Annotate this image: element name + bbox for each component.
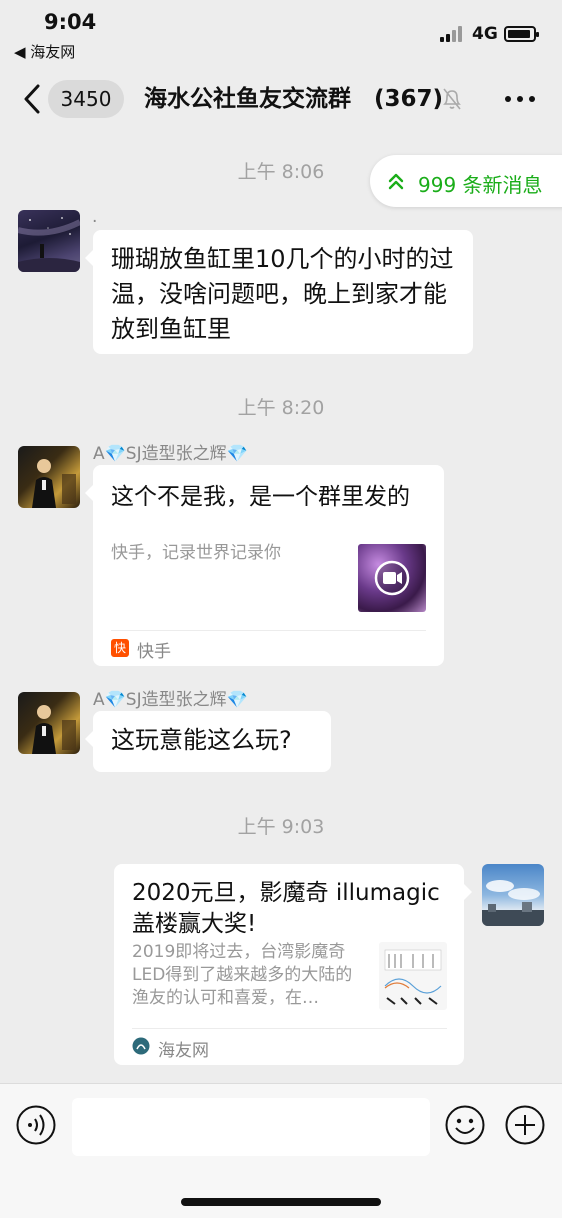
avatar-image — [32, 705, 76, 754]
network-type: 4G — [472, 24, 498, 44]
sender-name: A💎SJ造型张之辉💎 — [93, 444, 248, 464]
chat-header: 3450 海水公社鱼友交流群 (367) — [0, 68, 562, 130]
member-count: (367) — [374, 86, 444, 112]
status-time: 9:04 — [44, 10, 97, 34]
status-bar: 9:04 ◀ 海友网 4G — [0, 0, 562, 68]
back-chevron-icon — [24, 84, 40, 114]
card-description: 2019即将过去，台湾影魔奇LED得到了越来越多的大陆的渔友的认可和喜爱，在… — [132, 942, 353, 1008]
haiyou-logo-icon — [132, 1037, 150, 1055]
voice-icon[interactable] — [16, 1105, 56, 1145]
signal-icon — [440, 26, 466, 42]
avatar[interactable] — [18, 210, 80, 272]
emoji-icon[interactable] — [445, 1105, 485, 1145]
self-avatar[interactable] — [482, 864, 544, 926]
back-button[interactable] — [20, 82, 46, 116]
kuaishou-share-card[interactable]: 这个不是我，是一个群里发的 快手，记录世界记录你 快 快手 — [85, 465, 444, 666]
message-bubble[interactable]: 珊瑚放鱼缸里10几个的小时的过温，没啥问题吧，晚上到家才能放到鱼缸里 — [85, 230, 473, 354]
input-bar — [0, 1083, 562, 1218]
back-to-app-link[interactable]: ◀ 海友网 — [14, 41, 75, 62]
card-divider — [132, 1028, 447, 1029]
more-icon[interactable] — [502, 88, 538, 110]
message-input[interactable] — [72, 1098, 430, 1156]
article-thumbnail-image — [384, 949, 442, 1005]
avatar-image — [18, 217, 80, 272]
timestamp: 上午 8:06 — [237, 161, 325, 183]
card-title: 2020元旦，影魔奇 illumagic 盖楼赢大奖! — [132, 880, 440, 937]
sender-name: . — [92, 207, 98, 227]
video-thumbnail — [358, 544, 426, 612]
battery-icon — [504, 26, 539, 42]
timestamp: 上午 9:03 — [237, 816, 325, 838]
video-play-icon — [374, 560, 410, 596]
kuaishou-logo-icon: 快 — [111, 639, 129, 657]
sender-name: A💎SJ造型张之辉💎 — [93, 690, 248, 710]
card-title: 这个不是我，是一个群里发的 — [111, 484, 410, 510]
card-divider — [111, 630, 426, 631]
mute-bell-icon — [443, 88, 461, 110]
avatar-image — [32, 459, 76, 508]
article-thumbnail — [379, 942, 447, 1010]
card-description: 快手，记录世界记录你 — [111, 543, 281, 563]
unread-count-badge[interactable]: 3450 — [48, 80, 124, 118]
avatar-image — [482, 880, 544, 926]
card-source: 海友网 — [158, 1041, 209, 1061]
message-bubble[interactable]: 这玩意能这么玩? — [85, 711, 331, 772]
avatar[interactable] — [18, 692, 80, 754]
article-share-card[interactable]: 2020元旦，影魔奇 illumagic 盖楼赢大奖! 2019即将过去，台湾影… — [114, 864, 472, 1065]
card-source: 快手 — [137, 642, 171, 662]
plus-icon[interactable] — [505, 1105, 545, 1145]
chat-title: 海水公社鱼友交流群 — [144, 86, 351, 112]
timestamp: 上午 8:20 — [237, 397, 325, 419]
avatar[interactable] — [18, 446, 80, 508]
home-indicator[interactable] — [181, 1198, 381, 1206]
